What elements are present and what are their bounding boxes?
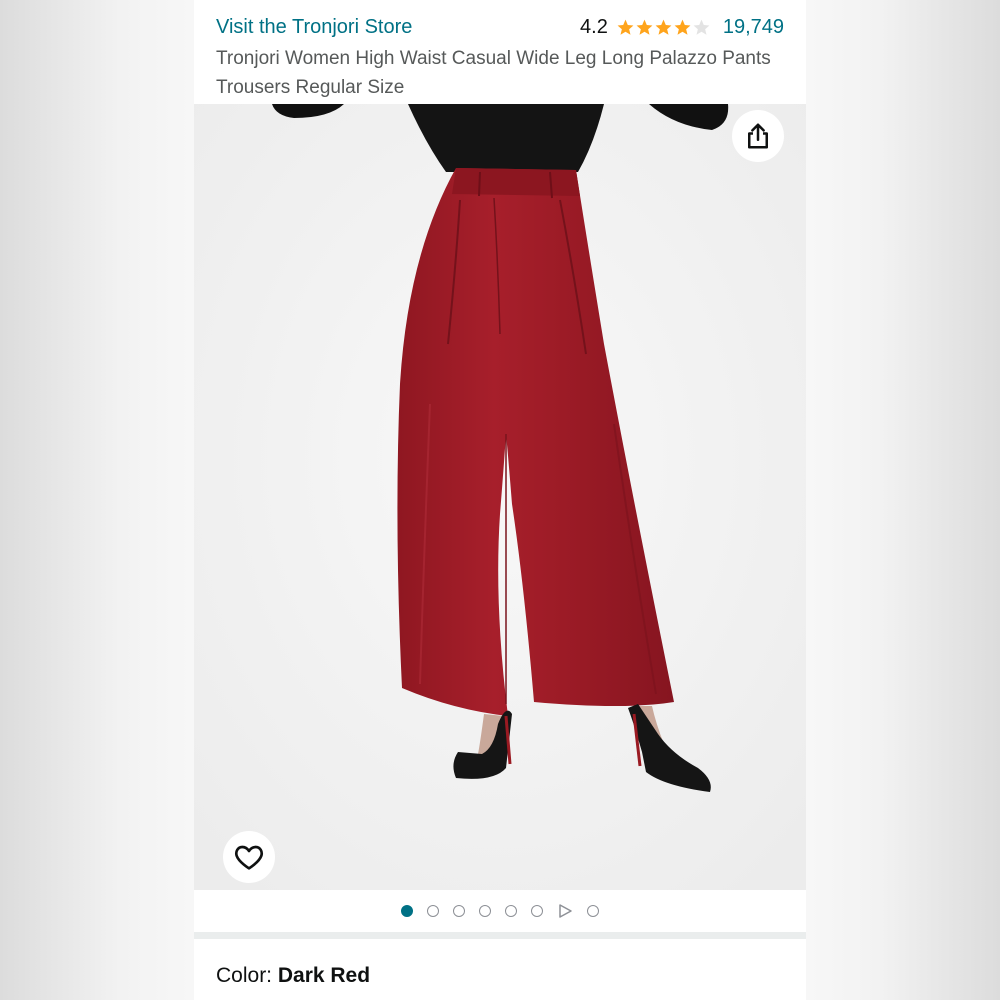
- gallery-dot-3[interactable]: [453, 905, 465, 917]
- star-icon: [636, 19, 653, 35]
- gallery-pagination: [194, 890, 806, 932]
- add-to-list-button[interactable]: [223, 831, 275, 883]
- rating-summary[interactable]: 4.2 19,749: [580, 16, 784, 39]
- color-label: Color:: [216, 964, 278, 987]
- product-image-gallery[interactable]: [194, 104, 806, 890]
- star-icon: [617, 19, 634, 35]
- product-title: Tronjori Women High Waist Casual Wide Le…: [216, 48, 771, 98]
- gallery-dot-6[interactable]: [531, 905, 543, 917]
- gallery-dot-4[interactable]: [479, 905, 491, 917]
- share-button[interactable]: [732, 110, 784, 162]
- gallery-dot-8[interactable]: [587, 905, 599, 917]
- share-icon: [748, 123, 768, 149]
- gallery-dot-5[interactable]: [505, 905, 517, 917]
- product-photo: [194, 104, 806, 890]
- product-header: Visit the Tronjori Store 4.2 19,749 Tron…: [194, 0, 806, 104]
- color-selection: Color: Dark Red: [216, 964, 370, 988]
- color-value: Dark Red: [277, 964, 371, 987]
- star-rating: [616, 18, 711, 37]
- product-page: Visit the Tronjori Store 4.2 19,749 Tron…: [194, 0, 806, 1000]
- star-empty-icon: [693, 19, 710, 35]
- store-link[interactable]: Visit the Tronjori Store: [216, 16, 412, 39]
- heart-icon: [235, 845, 263, 870]
- star-icon: [674, 19, 691, 35]
- review-count-link[interactable]: 19,749: [723, 16, 784, 39]
- play-icon: [559, 904, 572, 918]
- section-divider: [194, 932, 806, 939]
- gallery-dot-1[interactable]: [401, 905, 413, 917]
- gallery-dot-2[interactable]: [427, 905, 439, 917]
- rating-value: 4.2: [580, 16, 608, 38]
- gallery-video-dot[interactable]: [557, 903, 573, 919]
- star-icon: [655, 19, 672, 35]
